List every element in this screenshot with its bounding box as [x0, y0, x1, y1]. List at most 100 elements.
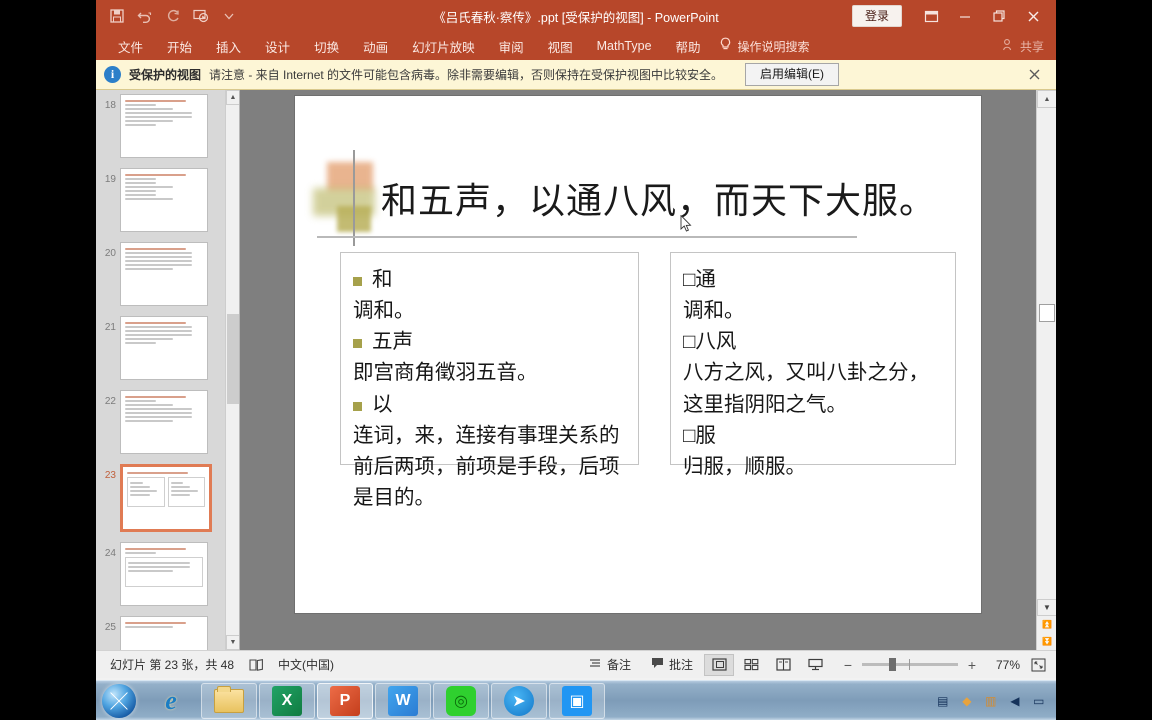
- start-from-beginning-icon[interactable]: [188, 4, 214, 28]
- zoom-in-button[interactable]: +: [964, 657, 980, 673]
- taskbar-item-powerpoint[interactable]: P: [317, 682, 373, 719]
- restore-icon[interactable]: [982, 1, 1016, 31]
- zoom-out-button[interactable]: −: [840, 657, 856, 673]
- thumbnail-preview: [120, 242, 208, 306]
- thumbnail-preview: [120, 542, 208, 606]
- thumbnail-slide-24[interactable]: 24: [96, 542, 239, 606]
- scroll-up-icon[interactable]: ▲: [226, 90, 239, 105]
- previous-slide-button[interactable]: ⏫: [1037, 616, 1056, 633]
- sign-in-button[interactable]: 登录: [851, 5, 902, 27]
- accessibility-checker-icon[interactable]: [242, 658, 272, 672]
- network-drive-icon[interactable]: ▤: [935, 693, 951, 709]
- windows-start-orb-icon[interactable]: [96, 682, 142, 720]
- tell-me-search[interactable]: 操作说明搜索: [713, 37, 810, 55]
- window-controls: 登录: [851, 1, 1056, 31]
- redo-icon[interactable]: [160, 4, 186, 28]
- current-slide[interactable]: 和五声，以通八风，而天下大服。 和 调和。 五声 即宫商角徵羽五音。 以 连词，…: [295, 96, 981, 613]
- tab-design[interactable]: 设计: [253, 32, 302, 60]
- input-method-icon[interactable]: ▥: [983, 693, 999, 709]
- notes-icon: [589, 657, 602, 672]
- tab-mathtype[interactable]: MathType: [585, 32, 664, 60]
- thumbnail-slide-23[interactable]: 23: [96, 464, 239, 532]
- right-content-box[interactable]: □通 调和。 □八风 八方之风，又叫八卦之分，这里指阴阳之气。 □服 归服，顺服…: [670, 252, 956, 478]
- notes-label: 备注: [606, 658, 631, 672]
- undo-icon[interactable]: [132, 4, 158, 28]
- right-black-gutter: [1056, 0, 1152, 720]
- zoom-level-label[interactable]: 77%: [986, 658, 1020, 672]
- slide-sorter-icon[interactable]: [736, 654, 766, 676]
- taskbar-item-internet-explorer[interactable]: e: [143, 683, 199, 719]
- definition-text: 即宫商角徵羽五音。: [353, 362, 538, 385]
- normal-view-icon[interactable]: [704, 653, 734, 676]
- scroll-up-icon[interactable]: ▲: [1037, 90, 1056, 108]
- share-button[interactable]: 共享: [1002, 38, 1056, 55]
- minimize-icon[interactable]: [948, 1, 982, 31]
- fit-slide-to-window-icon[interactable]: [1026, 658, 1050, 672]
- zoom-slider[interactable]: [862, 658, 958, 671]
- thumbnail-scrollbar[interactable]: ▲ ▼: [225, 90, 239, 650]
- scroll-down-icon[interactable]: ▼: [1037, 599, 1056, 616]
- taskbar-item-video-app[interactable]: ▣: [549, 682, 605, 719]
- share-label: 共享: [1019, 39, 1044, 54]
- scroll-down-icon[interactable]: ▼: [226, 635, 239, 650]
- save-icon[interactable]: [104, 4, 130, 28]
- comments-button[interactable]: 批注: [642, 656, 702, 673]
- thumbnail-slide-19[interactable]: 19: [96, 168, 239, 232]
- powerpoint-window: 《吕氏春秋·察传》.ppt [受保护的视图] - PowerPoint 登录 文: [96, 0, 1056, 680]
- definition-text: 调和。: [353, 300, 415, 323]
- tab-review[interactable]: 审阅: [487, 32, 536, 60]
- thumbnail-slide-18[interactable]: 18: [96, 94, 239, 158]
- next-slide-button[interactable]: ⏬: [1037, 633, 1056, 650]
- thumbnail-slide-22[interactable]: 22: [96, 390, 239, 454]
- taskbar-item-blue-arrow-app[interactable]: ➤: [491, 682, 547, 719]
- tab-insert[interactable]: 插入: [204, 32, 253, 60]
- tab-home[interactable]: 开始: [155, 32, 204, 60]
- green-broadcast-icon: ◎: [446, 685, 476, 716]
- slide-title[interactable]: 和五声，以通八风，而天下大服。: [381, 172, 961, 224]
- tell-me-label: 操作说明搜索: [737, 39, 810, 54]
- slide-count-label[interactable]: 幻灯片 第 23 张，共 48: [102, 656, 242, 673]
- shield-icon[interactable]: ◆: [959, 693, 975, 709]
- thumbnail-slide-25[interactable]: 25: [96, 616, 239, 650]
- volume-icon[interactable]: ◀: [1007, 693, 1023, 709]
- square-bullet-icon: [353, 339, 362, 349]
- title-bar: 《吕氏春秋·察传》.ppt [受保护的视图] - PowerPoint 登录: [96, 0, 1056, 32]
- zoom-slider-thumb[interactable]: [889, 658, 896, 671]
- tab-view[interactable]: 视图: [536, 32, 585, 60]
- left-content-box[interactable]: 和 调和。 五声 即宫商角徵羽五音。 以 连词，来，连接有事理关系的前后两项，前…: [340, 252, 639, 509]
- status-bar-right: 备注 批注 − + 77%: [580, 653, 1050, 676]
- thumbnail-number: 24: [104, 548, 116, 559]
- notes-button[interactable]: 备注: [580, 656, 640, 673]
- slide-show-icon[interactable]: [800, 654, 830, 676]
- tab-file[interactable]: 文件: [106, 32, 155, 60]
- term-label: 五声: [372, 331, 413, 354]
- tab-slideshow[interactable]: 幻灯片放映: [400, 32, 487, 60]
- scrollbar-thumb[interactable]: [1039, 304, 1055, 322]
- network-icon[interactable]: ▭: [1031, 693, 1047, 709]
- customize-quick-access-toolbar-icon[interactable]: [216, 4, 242, 28]
- ribbon-display-options-icon[interactable]: [914, 1, 948, 31]
- taskbar-item-file-explorer[interactable]: [201, 682, 257, 719]
- enable-editing-button[interactable]: 启用编辑(E): [745, 63, 840, 86]
- definition-text: 归服，顺服。: [683, 455, 806, 478]
- taskbar-item-word[interactable]: W: [375, 682, 431, 719]
- zoom-control: − + 77%: [832, 657, 1050, 673]
- close-icon[interactable]: [1016, 1, 1050, 31]
- tab-help[interactable]: 帮助: [664, 32, 713, 60]
- tab-transitions[interactable]: 切换: [302, 32, 351, 60]
- thumbnail-slide-21[interactable]: 21: [96, 316, 239, 380]
- tab-animations[interactable]: 动画: [351, 32, 400, 60]
- screen: 《吕氏春秋·察传》.ppt [受保护的视图] - PowerPoint 登录 文: [0, 0, 1152, 720]
- slide-scrollbar[interactable]: ▲ ▼ ⏫ ⏬: [1036, 90, 1056, 650]
- taskbar-item-excel[interactable]: X: [259, 682, 315, 719]
- close-icon[interactable]: [1021, 67, 1048, 83]
- thumbnail-number: 21: [104, 322, 116, 333]
- slide-thumbnail-pane: 18 19 20 21 22 23 24 25 ▲ ▼: [96, 90, 240, 650]
- scrollbar-thumb[interactable]: [227, 314, 239, 404]
- thumbnail-slide-20[interactable]: 20: [96, 242, 239, 306]
- taskbar-item-screen-recorder[interactable]: ◎: [433, 682, 489, 719]
- reading-view-icon[interactable]: [768, 654, 798, 676]
- slide-canvas: 和五声，以通八风，而天下大服。 和 调和。 五声 即宫商角徵羽五音。 以 连词，…: [240, 90, 1036, 650]
- bullet-item-yi: 以: [353, 390, 628, 421]
- language-label[interactable]: 中文(中国): [272, 656, 340, 673]
